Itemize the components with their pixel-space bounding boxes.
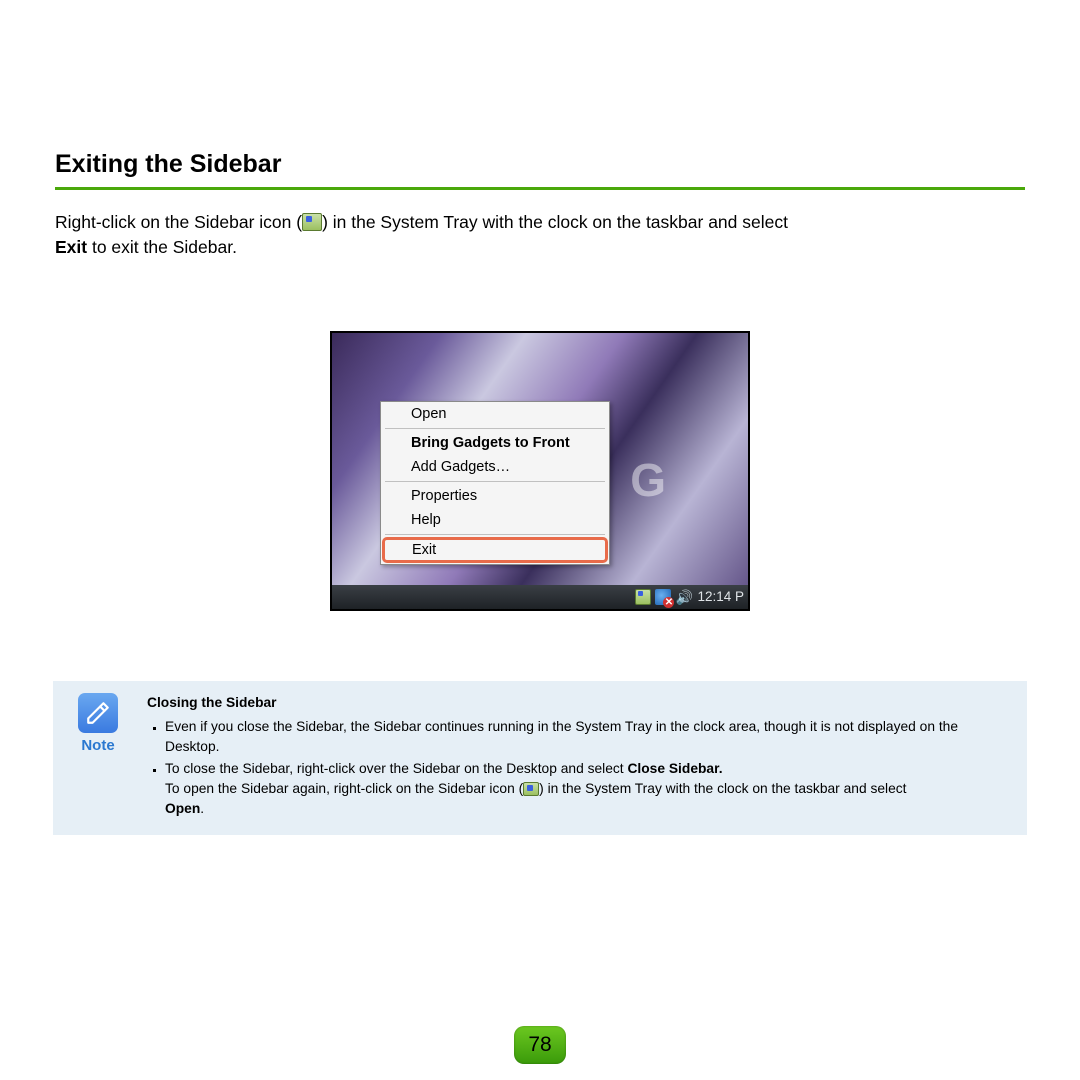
- menu-item-bring-gadgets[interactable]: Bring Gadgets to Front: [381, 431, 609, 455]
- taskbar: 🔊 12:14 P: [332, 585, 748, 609]
- note-block: Note Closing the Sidebar Even if you clo…: [53, 681, 1027, 835]
- note-bullet-1: Even if you close the Sidebar, the Sideb…: [165, 717, 1013, 757]
- note-b2-close-bold: Close Sidebar.: [627, 761, 722, 776]
- sidebar-icon: [302, 213, 322, 231]
- note-b2-c: To open the Sidebar again, right-click o…: [165, 781, 523, 796]
- note-heading: Closing the Sidebar: [147, 693, 1013, 713]
- menu-item-help[interactable]: Help: [381, 508, 609, 532]
- intro-text-2: ) in the System Tray with the clock on t…: [322, 212, 788, 232]
- note-b2-a: To close the Sidebar, right-click over t…: [165, 761, 627, 776]
- tray-volume-icon[interactable]: 🔊: [675, 589, 691, 605]
- tray-sidebar-icon[interactable]: [635, 589, 651, 605]
- menu-item-add-gadgets[interactable]: Add Gadgets…: [381, 455, 609, 479]
- note-b2-open-bold: Open: [165, 801, 200, 816]
- menu-item-open[interactable]: Open: [381, 402, 609, 426]
- tray-network-icon[interactable]: [655, 589, 671, 605]
- sidebar-icon: [523, 782, 539, 796]
- page-number: 78: [514, 1026, 566, 1064]
- intro-text-1: Right-click on the Sidebar icon (: [55, 212, 302, 232]
- note-b2-d: ) in the System Tray with the clock on t…: [539, 781, 906, 796]
- menu-item-exit[interactable]: Exit: [382, 537, 608, 563]
- menu-separator: [385, 534, 605, 535]
- brand-letter: G: [630, 453, 668, 507]
- context-menu: Open Bring Gadgets to Front Add Gadgets……: [380, 401, 610, 565]
- page-heading: Exiting the Sidebar: [55, 150, 1025, 190]
- menu-separator: [385, 428, 605, 429]
- note-bullet-2: To close the Sidebar, right-click over t…: [165, 759, 1013, 819]
- note-b2-f: .: [200, 801, 204, 816]
- note-icon: [78, 693, 118, 733]
- intro-text-4: to exit the Sidebar.: [87, 237, 237, 257]
- intro-exit-bold: Exit: [55, 237, 87, 257]
- note-label: Note: [67, 737, 129, 754]
- menu-item-properties[interactable]: Properties: [381, 484, 609, 508]
- intro-paragraph: Right-click on the Sidebar icon ( ) in th…: [55, 210, 1025, 261]
- screenshot: G Open Bring Gadgets to Front Add Gadget…: [330, 331, 750, 611]
- tray-clock: 12:14 P: [697, 589, 744, 604]
- menu-separator: [385, 481, 605, 482]
